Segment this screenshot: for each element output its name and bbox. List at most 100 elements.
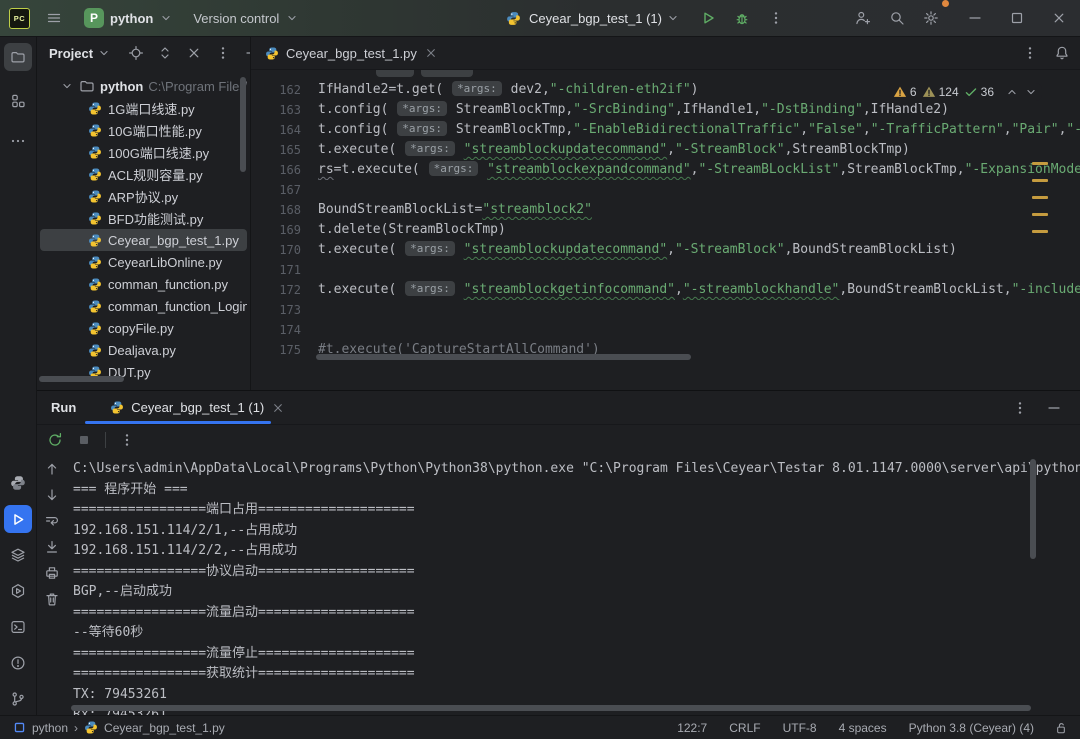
tree-item[interactable]: copyFile.py (40, 317, 247, 339)
console-vertical-scrollbar[interactable] (1030, 459, 1036, 559)
console-output[interactable]: C:\Users\admin\AppData\Local\Programs\Py… (69, 453, 1080, 715)
previous-problem-icon[interactable] (1005, 85, 1019, 99)
vcs-widget[interactable]: Version control (187, 5, 305, 31)
minimize-button[interactable] (958, 0, 992, 36)
scroll-to-end-icon[interactable] (44, 539, 60, 555)
code-line[interactable]: 174 (251, 320, 1080, 340)
maximize-button[interactable] (1000, 0, 1034, 36)
editor-options-icon[interactable] (1022, 45, 1038, 61)
code-line[interactable]: 165t.execute( *args: "streamblockupdatec… (251, 140, 1080, 160)
tree-item[interactable]: BFD功能测试.py (40, 207, 247, 229)
code-line[interactable]: 170t.execute( *args: "streamblockupdatec… (251, 240, 1080, 260)
tree-root-item[interactable]: python C:\Program Files\Ce (40, 75, 247, 97)
print-icon[interactable] (44, 565, 60, 581)
tree-item[interactable]: ARP协议.py (40, 185, 247, 207)
up-stacktrace-icon[interactable] (44, 461, 60, 477)
status-breadcrumb[interactable]: python › Ceyear_bgp_test_1.py (12, 721, 225, 735)
code-line[interactable]: 167 (251, 180, 1080, 200)
search-everywhere-button[interactable] (880, 0, 914, 36)
problems-tool-button[interactable] (4, 649, 32, 677)
hide-panel-icon[interactable] (244, 45, 251, 61)
hide-panel-icon[interactable] (1046, 400, 1062, 416)
python-file-icon (88, 321, 102, 335)
run-panel-header: Run Ceyear_bgp_test_1 (1) (37, 391, 1080, 425)
chevron-down-icon[interactable] (97, 46, 111, 60)
code-line[interactable]: 172t.execute( *args: "streamblockgetinfo… (251, 280, 1080, 300)
more-tool-windows-button[interactable] (4, 127, 32, 155)
structure-tool-button[interactable] (4, 87, 32, 115)
services-tool-button[interactable] (4, 541, 32, 569)
run-panel-title[interactable]: Run (37, 400, 90, 415)
status-item[interactable]: Python 3.8 (Ceyear) (4) (909, 721, 1034, 735)
close-tab-icon[interactable] (424, 46, 438, 60)
soft-wrap-icon[interactable] (44, 513, 60, 529)
code-area[interactable]: 162IfHandle2=t.get( *args: dev2,"-childr… (251, 70, 1080, 360)
tree-item[interactable]: comman_function.py (40, 273, 247, 295)
code-line[interactable]: 166rs=t.execute( *args: "streamblockexpa… (251, 160, 1080, 180)
status-item[interactable]: 4 spaces (839, 721, 887, 735)
project-horizontal-scrollbar[interactable] (39, 376, 124, 382)
code-line[interactable]: 163t.config( *args: StreamBlockTmp,"-Src… (251, 100, 1080, 120)
tree-item[interactable]: CeyearLibOnline.py (40, 251, 247, 273)
version-control-tool-button[interactable] (4, 685, 32, 713)
code-with-me-button[interactable] (846, 0, 880, 36)
run-tool-button[interactable] (4, 505, 32, 533)
select-opened-file-icon[interactable] (128, 45, 144, 61)
editor-horizontal-scrollbar[interactable] (316, 354, 691, 360)
code-text: t.execute( *args: "streamblockupdatecomm… (318, 240, 957, 260)
notifications-bell-icon[interactable] (1054, 45, 1070, 61)
run-tab[interactable]: Ceyear_bgp_test_1 (1) (102, 391, 293, 424)
run-anything-tool-button[interactable] (4, 577, 32, 605)
close-tab-icon[interactable] (271, 401, 285, 415)
stop-button[interactable] (76, 432, 92, 448)
close-button[interactable] (1042, 0, 1076, 36)
status-item[interactable]: UTF-8 (783, 721, 817, 735)
code-line[interactable]: 168BoundStreamBlockList="streamblock2" (251, 200, 1080, 220)
editor-tab[interactable]: Ceyear_bgp_test_1.py (251, 37, 448, 69)
main-menu-button[interactable] (40, 5, 68, 31)
lock-icon[interactable] (1054, 721, 1068, 735)
python-packages-tool-button[interactable] (4, 469, 32, 497)
code-line[interactable]: 164t.config( *args: StreamBlockTmp,"-Ena… (251, 120, 1080, 140)
code-line[interactable]: 173 (251, 300, 1080, 320)
project-panel-title[interactable]: Project (49, 46, 93, 61)
code-line[interactable]: 171 (251, 260, 1080, 280)
tree-item[interactable]: comman_function_Login.py (40, 295, 247, 317)
tree-item[interactable]: Dealjava.py (40, 339, 247, 361)
panel-options-icon[interactable] (215, 45, 231, 61)
tree-item[interactable]: 100G端口线速.py (40, 141, 247, 163)
run-button[interactable] (700, 10, 716, 26)
clear-all-icon[interactable] (44, 591, 60, 607)
tree-item[interactable]: 1G端口线速.py (40, 97, 247, 119)
inspections-widget[interactable]: 6 124 36 (889, 83, 1042, 101)
status-item[interactable]: CRLF (729, 721, 760, 735)
project-vertical-scrollbar[interactable] (240, 77, 246, 172)
terminal-tool-button[interactable] (4, 613, 32, 641)
chevron-down-icon[interactable] (60, 79, 74, 93)
down-stacktrace-icon[interactable] (44, 487, 60, 503)
next-problem-icon[interactable] (1024, 85, 1038, 99)
python-file-icon (88, 101, 102, 115)
code-line[interactable]: 169t.delete(StreamBlockTmp) (251, 220, 1080, 240)
status-item[interactable]: 122:7 (677, 721, 707, 735)
more-run-options-button[interactable] (768, 10, 784, 26)
chevron-down-icon[interactable] (666, 11, 680, 25)
rerun-button[interactable] (47, 432, 63, 448)
debug-button[interactable] (734, 10, 750, 26)
chevron-down-icon (159, 11, 173, 25)
run-configuration[interactable]: Ceyear_bgp_test_1 (1) (529, 11, 662, 26)
more-actions-icon[interactable] (119, 432, 135, 448)
collapse-all-icon[interactable] (186, 45, 202, 61)
settings-button[interactable] (914, 0, 948, 36)
tree-item[interactable]: ACL规则容量.py (40, 163, 247, 185)
tree-item[interactable]: Ceyear_bgp_test_1.py (40, 229, 247, 251)
tree-item[interactable]: 10G端口性能.py (40, 119, 247, 141)
status-items: 122:7 CRLF UTF-8 4 spaces Python 3.8 (Ceyear… (655, 721, 1034, 735)
line-number: 174 (251, 320, 318, 340)
project-tool-button[interactable] (4, 43, 32, 71)
project-widget[interactable]: P python (78, 5, 179, 31)
console-horizontal-scrollbar[interactable] (71, 705, 1031, 711)
expand-collapse-icon[interactable] (157, 45, 173, 61)
panel-options-icon[interactable] (1012, 400, 1028, 416)
python-file-icon (265, 46, 279, 60)
